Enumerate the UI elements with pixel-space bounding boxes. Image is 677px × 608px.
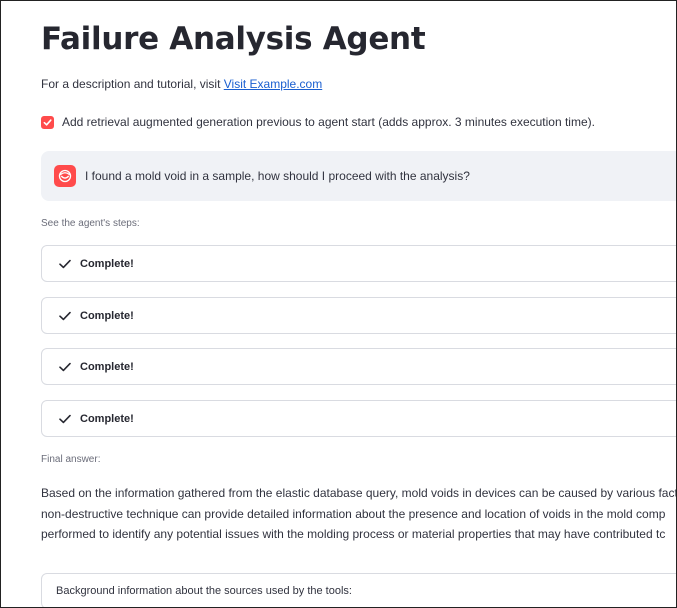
final-answer-caption: Final answer:	[41, 454, 101, 465]
checkmark-icon	[59, 311, 71, 321]
rag-option[interactable]: Add retrieval augmented generation previ…	[41, 115, 595, 129]
checkmark-icon	[59, 414, 71, 424]
user-chat-message: I found a mold void in a sample, how sho…	[41, 151, 676, 201]
answer-line: performed to identify any potential issu…	[41, 527, 666, 541]
page-title: Failure Analysis Agent	[41, 21, 426, 57]
answer-line: non-destructive technique can provide de…	[41, 506, 666, 521]
step-expander-3[interactable]: Complete!	[41, 348, 676, 385]
step-expander-1[interactable]: Complete!	[41, 245, 676, 282]
step-status: Complete!	[80, 412, 134, 425]
app-frame: Failure Analysis Agent For a description…	[0, 0, 677, 608]
step-status: Complete!	[80, 309, 134, 322]
sources-expander[interactable]: Background information about the sources…	[41, 573, 676, 607]
user-message-text: I found a mold void in a sample, how sho…	[85, 169, 470, 183]
rag-checkbox[interactable]	[41, 115, 54, 129]
checkmark-icon	[59, 259, 71, 269]
intro-prefix: For a description and tutorial, visit	[41, 77, 224, 91]
step-status: Complete!	[80, 360, 134, 373]
step-expander-2[interactable]: Complete!	[41, 297, 676, 334]
steps-caption: See the agent's steps:	[41, 218, 140, 229]
answer-line: Based on the information gathered from t…	[41, 486, 677, 500]
final-answer-text: Based on the information gathered from t…	[41, 483, 677, 545]
sources-expander-label: Background information about the sources…	[56, 585, 352, 597]
intro-text: For a description and tutorial, visit Vi…	[41, 77, 322, 91]
step-expander-4[interactable]: Complete!	[41, 400, 676, 437]
avatar-face-glyph	[58, 169, 72, 183]
rag-checkbox-label: Add retrieval augmented generation previ…	[62, 115, 595, 129]
smiley-face-icon	[54, 165, 76, 187]
tutorial-link[interactable]: Visit Example.com	[224, 77, 322, 91]
step-status: Complete!	[80, 257, 134, 270]
checkbox-check-icon	[43, 118, 52, 126]
checkmark-icon	[59, 362, 71, 372]
